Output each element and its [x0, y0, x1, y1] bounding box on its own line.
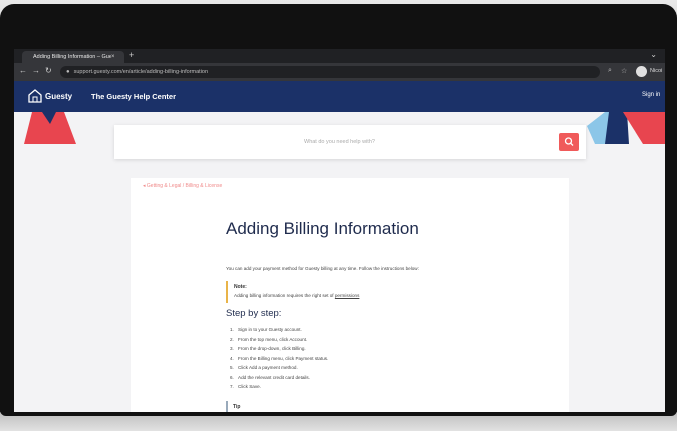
breadcrumb[interactable]: ◂ Getting & Legal / Billing & License	[143, 183, 222, 189]
brand-name[interactable]: Guesty	[45, 92, 72, 101]
forward-arrow-icon[interactable]: →	[32, 66, 40, 75]
list-item: 1. Sign in to your Guesty account.	[230, 327, 302, 332]
reload-icon[interactable]: ↻	[45, 66, 52, 75]
help-center-link[interactable]: The Guesty Help Center	[91, 92, 176, 101]
laptop-screen: Adding Billing Information – Gue × + ⌄ ←…	[14, 49, 665, 412]
browser-address-bar: ← → ↻ ● support.guesty.com/en/article/ad…	[14, 63, 665, 81]
article-card: ◂ Getting & Legal / Billing & License Ad…	[131, 178, 569, 412]
list-item: 7. Click Save.	[230, 384, 261, 389]
note-callout: Note: Adding billing information require…	[226, 281, 488, 303]
url-text: support.guesty.com/en/article/adding-bil…	[73, 69, 209, 75]
tip-heading: Tip	[233, 404, 241, 410]
search-button[interactable]	[559, 133, 579, 151]
decorative-banner-left	[24, 112, 76, 144]
search-icon	[564, 137, 574, 146]
list-item: 3. From the drop-down, click Billing.	[230, 346, 306, 351]
home-logo-icon[interactable]	[28, 89, 42, 103]
list-item: 6. Add the relevant credit card details.	[230, 374, 311, 380]
url-field[interactable]: ● support.guesty.com/en/article/adding-b…	[60, 66, 600, 78]
tab-close-icon[interactable]: ×	[111, 54, 115, 60]
permissions-link[interactable]: permissions	[335, 293, 360, 298]
note-heading: Note:	[234, 284, 247, 290]
sign-in-link[interactable]: Sign in	[642, 92, 660, 98]
tab-title: Adding Billing Information – Gue	[33, 54, 111, 60]
list-item: 5. Click Add a payment method.	[230, 365, 298, 370]
decorative-banner-right	[587, 112, 665, 144]
list-item: 4. From the Billing menu, click Payment s…	[230, 355, 329, 361]
tip-callout: Tip	[226, 401, 428, 412]
browser-tab-bar: Adding Billing Information – Gue × + ⌄	[14, 49, 665, 63]
page-title: Adding Billing Information	[226, 219, 419, 238]
steps-heading: Step by step:	[226, 308, 282, 319]
search-icon[interactable]: ⌕	[608, 67, 612, 75]
note-text-body: Adding billing information requires the …	[234, 293, 334, 298]
profile-name: Nicoi	[650, 68, 663, 74]
article-intro: You can add your payment method for Gues…	[226, 266, 419, 271]
chevron-down-icon[interactable]: ⌄	[650, 50, 657, 59]
browser-tab[interactable]: Adding Billing Information – Gue ×	[22, 51, 124, 63]
list-item: 2. From the top menu, click Account.	[230, 336, 308, 342]
site-header: Guesty The Guesty Help Center Sign in	[14, 81, 665, 112]
search-box[interactable]: What do you need help with?	[114, 125, 586, 159]
lock-icon: ●	[66, 69, 70, 75]
avatar[interactable]	[636, 66, 647, 77]
back-arrow-icon[interactable]: ←	[19, 66, 27, 75]
note-text: Adding billing information requires the …	[234, 293, 359, 298]
star-icon[interactable]: ☆	[621, 67, 627, 75]
search-input[interactable]: What do you need help with?	[304, 139, 375, 145]
steps-list: 1. Sign in to your Guesty account. 2. From…	[230, 325, 328, 392]
new-tab-button[interactable]: +	[129, 50, 134, 60]
